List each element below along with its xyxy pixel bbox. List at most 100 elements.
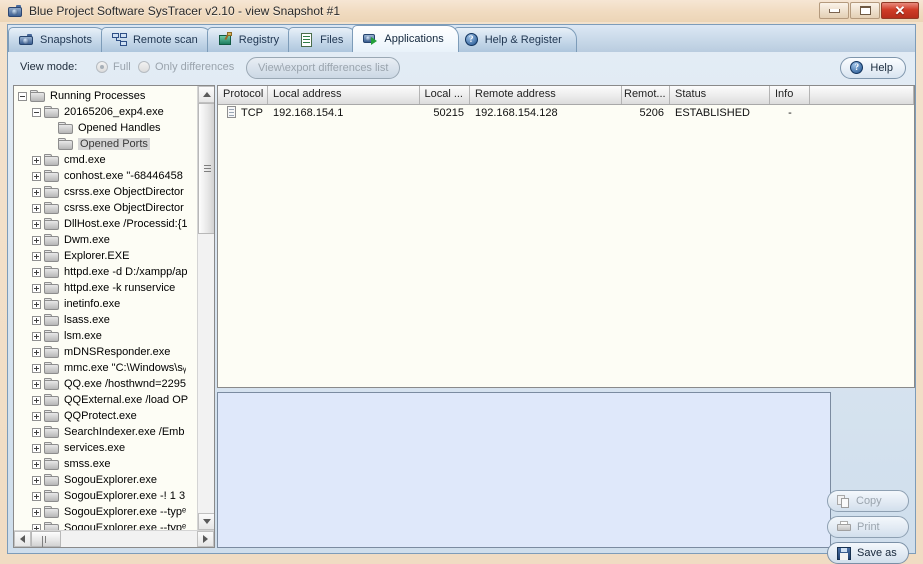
application-window: Blue Project Software SysTracer v2.10 - … — [0, 0, 923, 564]
tree-item[interactable]: smss.exe — [14, 456, 197, 472]
tree-item[interactable]: SogouExplorer.exe --typᵉ — [14, 504, 197, 520]
tree-item[interactable]: services.exe — [14, 440, 197, 456]
tab-label: Help & Register — [484, 34, 562, 46]
minimize-button[interactable] — [819, 2, 849, 19]
scroll-thumb[interactable] — [198, 103, 214, 234]
tab-help-register[interactable]: ? Help & Register — [452, 27, 577, 52]
scroll-thumb[interactable] — [31, 531, 61, 547]
expand-icon[interactable] — [32, 203, 41, 213]
tree-item-label: mDNSResponder.exe — [64, 346, 171, 358]
tree-item[interactable]: Opened Handles — [14, 120, 197, 136]
expand-icon[interactable] — [32, 267, 41, 277]
tree-item[interactable]: Dwm.exe — [14, 232, 197, 248]
column-header[interactable]: Info — [770, 86, 810, 104]
column-header[interactable]: Local ... — [420, 86, 470, 104]
tree-item[interactable]: Explorer.EXE — [14, 248, 197, 264]
expand-icon[interactable] — [32, 347, 41, 357]
expand-icon[interactable] — [32, 379, 41, 389]
column-header[interactable]: Protocol — [218, 86, 268, 104]
close-button[interactable]: ✕ — [881, 2, 919, 19]
maximize-button[interactable] — [850, 2, 880, 19]
column-header[interactable]: Status — [670, 86, 770, 104]
tab-applications[interactable]: Applications — [352, 25, 459, 52]
tree-item[interactable]: httpd.exe -k runservice — [14, 280, 197, 296]
radio-view-mode-full[interactable]: Full — [96, 61, 131, 73]
tab-label: Files — [320, 34, 344, 46]
tree-item-label: lsass.exe — [64, 314, 110, 326]
column-header[interactable]: Remot... — [622, 86, 670, 104]
tab-snapshots[interactable]: Snapshots — [8, 27, 107, 52]
expand-icon[interactable] — [32, 475, 41, 485]
collapse-icon[interactable] — [32, 107, 41, 117]
expand-icon[interactable] — [32, 251, 41, 261]
tree-item[interactable]: mmc.exe "C:\Windows\sᵧ — [14, 360, 197, 376]
folder-icon — [58, 138, 73, 150]
tree-item[interactable]: httpd.exe -d D:/xampp/ap — [14, 264, 197, 280]
tree-item[interactable]: QQ.exe /hosthwnd=2295 — [14, 376, 197, 392]
expand-icon[interactable] — [32, 507, 41, 517]
copy-button[interactable]: Copy — [827, 490, 909, 512]
folder-icon — [44, 474, 59, 486]
tree-item[interactable]: 20165206_exp4.exe — [14, 104, 197, 120]
view-export-differences-button[interactable]: View\export differences list — [246, 57, 401, 79]
tree-item-label: SearchIndexer.exe /Emb — [64, 426, 185, 438]
expand-icon[interactable] — [32, 219, 41, 229]
radio-label: Only differences — [155, 61, 235, 73]
expand-icon[interactable] — [32, 395, 41, 405]
print-button[interactable]: Print — [827, 516, 909, 538]
expand-icon[interactable] — [32, 235, 41, 245]
process-tree[interactable]: Running Processes 20165206_exp4.exe Opened… — [14, 86, 197, 532]
tree-item[interactable]: QQExternal.exe /load OP — [14, 392, 197, 408]
expand-icon[interactable] — [32, 299, 41, 309]
scroll-right-button[interactable] — [197, 531, 214, 547]
radio-view-mode-only-differences[interactable]: Only differences — [138, 61, 234, 73]
tab-registry[interactable]: Registry — [206, 27, 295, 52]
expand-icon[interactable] — [32, 187, 41, 197]
tree-item[interactable]: SogouExplorer.exe — [14, 472, 197, 488]
tree-item[interactable]: csrss.exe ObjectDirector — [14, 184, 197, 200]
save-as-button[interactable]: Save as — [827, 542, 909, 564]
tree-item[interactable]: cmd.exe — [14, 152, 197, 168]
tree-vertical-scrollbar[interactable] — [197, 86, 214, 530]
expand-icon[interactable] — [32, 155, 41, 165]
tree-item[interactable]: lsass.exe — [14, 312, 197, 328]
expand-icon[interactable] — [32, 331, 41, 341]
table-body[interactable]: TCP 192.168.154.1 50215 192.168.154.128 5206… — [218, 105, 914, 122]
help-button[interactable]: ? Help — [840, 57, 906, 79]
tree-item[interactable]: lsm.exe — [14, 328, 197, 344]
table-row[interactable]: TCP 192.168.154.1 50215 192.168.154.128 5206… — [218, 105, 914, 122]
detail-text-panel[interactable] — [217, 392, 831, 548]
scroll-up-button[interactable] — [198, 86, 214, 103]
expand-icon[interactable] — [32, 427, 41, 437]
tree-item[interactable]: mDNSResponder.exe — [14, 344, 197, 360]
expand-icon[interactable] — [32, 491, 41, 501]
tree-item[interactable]: conhost.exe "-68446458 — [14, 168, 197, 184]
scroll-left-button[interactable] — [14, 531, 31, 547]
expand-icon[interactable] — [32, 315, 41, 325]
column-header[interactable]: Local address — [268, 86, 420, 104]
tab-files[interactable]: Files — [288, 27, 359, 52]
scroll-down-button[interactable] — [198, 513, 214, 530]
expand-icon[interactable] — [32, 411, 41, 421]
expand-icon[interactable] — [32, 443, 41, 453]
close-icon: ✕ — [894, 3, 906, 18]
tree-item[interactable]: DllHost.exe /Processid:{1 — [14, 216, 197, 232]
tree-item[interactable]: SearchIndexer.exe /Emb — [14, 424, 197, 440]
column-header[interactable] — [810, 86, 914, 104]
tree-item[interactable]: inetinfo.exe — [14, 296, 197, 312]
tree-item[interactable]: QQProtect.exe — [14, 408, 197, 424]
tree-item[interactable]: Opened Ports — [14, 136, 197, 152]
chevron-right-icon — [203, 535, 208, 543]
tree-item[interactable]: SogouExplorer.exe -! 1 3 — [14, 488, 197, 504]
tab-remote-scan[interactable]: Remote scan — [100, 27, 213, 52]
expand-icon[interactable] — [32, 459, 41, 469]
folder-icon — [44, 202, 59, 214]
tree-item[interactable]: csrss.exe ObjectDirector — [14, 200, 197, 216]
column-header[interactable]: Remote address — [470, 86, 622, 104]
tree-horizontal-scrollbar[interactable] — [14, 530, 214, 547]
expand-icon[interactable] — [32, 283, 41, 293]
tree-item[interactable]: Running Processes — [14, 88, 197, 104]
collapse-icon[interactable] — [18, 91, 27, 101]
expand-icon[interactable] — [32, 363, 41, 373]
expand-icon[interactable] — [32, 171, 41, 181]
